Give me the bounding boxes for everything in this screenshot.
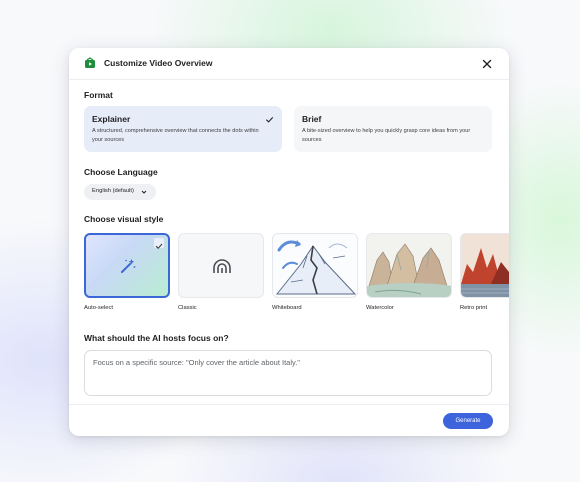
video-overview-icon bbox=[85, 57, 95, 68]
style-option-retro-print[interactable] bbox=[460, 233, 509, 298]
selected-check-badge bbox=[154, 238, 164, 249]
style-option-label: Classic bbox=[178, 305, 197, 311]
language-heading: Choose Language bbox=[84, 167, 158, 177]
checkmark-icon bbox=[155, 243, 163, 249]
watercolor-illustration bbox=[367, 234, 451, 297]
style-option-watercolor[interactable] bbox=[366, 233, 452, 298]
focus-placeholder: Focus on a specific source: "Only cover … bbox=[93, 358, 300, 367]
format-option-name: Brief bbox=[302, 114, 322, 124]
format-option-explainer[interactable]: Explainer A structured, comprehensive ov… bbox=[84, 106, 282, 152]
style-option-label: Retro print bbox=[460, 305, 488, 311]
magic-wand-icon bbox=[121, 259, 136, 273]
style-option-label: Whiteboard bbox=[272, 305, 302, 311]
dialog-header: Customize Video Overview bbox=[69, 48, 509, 80]
style-option-auto-select[interactable] bbox=[84, 233, 170, 298]
focus-heading: What should the AI hosts focus on? bbox=[84, 333, 229, 343]
format-heading: Format bbox=[84, 90, 113, 100]
chevron-down-icon bbox=[141, 190, 147, 194]
format-option-brief[interactable]: Brief A bite-sized overview to help you … bbox=[294, 106, 492, 152]
checkmark-icon bbox=[265, 116, 274, 123]
rainbow-arch-icon bbox=[213, 259, 231, 273]
style-option-classic[interactable] bbox=[178, 233, 264, 298]
focus-textarea[interactable]: Focus on a specific source: "Only cover … bbox=[84, 350, 492, 396]
format-option-description: A structured, comprehensive overview tha… bbox=[92, 128, 259, 143]
language-selected-value: English (default) bbox=[92, 188, 134, 194]
dialog-title: Customize Video Overview bbox=[104, 58, 213, 68]
style-option-label: Watercolor bbox=[366, 305, 394, 311]
style-option-label: Auto-select bbox=[84, 305, 113, 311]
footer-divider bbox=[69, 404, 509, 405]
retro-print-illustration bbox=[461, 234, 509, 297]
close-icon[interactable] bbox=[480, 57, 494, 71]
style-option-whiteboard[interactable] bbox=[272, 233, 358, 298]
customize-video-overview-dialog: Customize Video Overview Format Explaine… bbox=[69, 48, 509, 436]
format-option-name: Explainer bbox=[92, 114, 131, 124]
generate-button[interactable]: Generate bbox=[443, 413, 493, 429]
language-dropdown[interactable]: English (default) bbox=[84, 184, 156, 200]
visual-style-heading: Choose visual style bbox=[84, 214, 164, 224]
format-option-description: A bite-sized overview to help you quickl… bbox=[302, 128, 471, 143]
whiteboard-illustration bbox=[275, 240, 357, 295]
